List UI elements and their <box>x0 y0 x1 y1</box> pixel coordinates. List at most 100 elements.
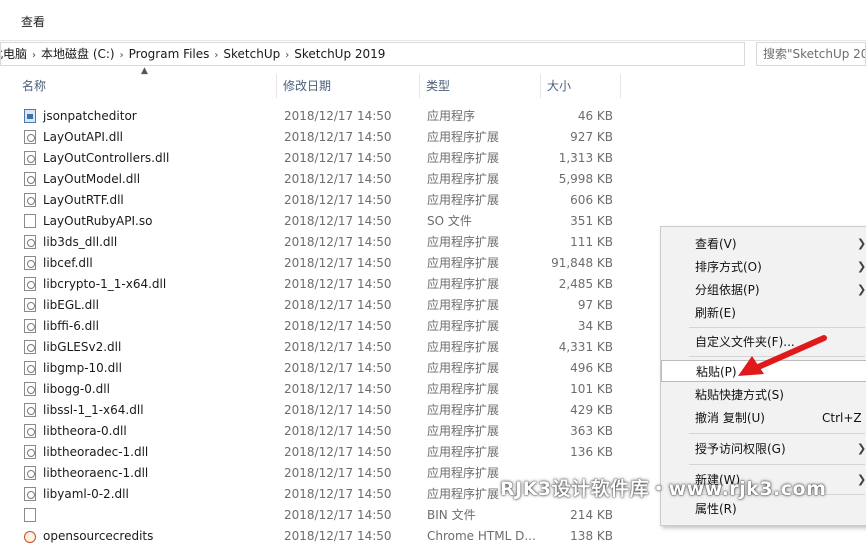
file-date: 2018/12/17 14:50 <box>284 361 392 375</box>
file-size: 496 KB <box>570 361 613 375</box>
dll-icon <box>24 382 36 396</box>
address-bar[interactable]: 此电脑›本地磁盘 (C:)›Program Files›SketchUp›Ske… <box>0 42 745 66</box>
file-size: 2,485 KB <box>558 277 613 291</box>
menu-item-paste-shortcut[interactable]: 粘贴快捷方式(S) <box>661 384 866 406</box>
file-date: 2018/12/17 14:50 <box>284 445 392 459</box>
file-size: 91,848 KB <box>551 256 613 270</box>
submenu-arrow-icon: ❯ <box>857 473 866 486</box>
menu-separator <box>689 327 865 328</box>
file-row[interactable]: 2018/12/17 14:50 BIN 文件 214 KB <box>0 505 660 526</box>
file-type: 应用程序扩展 <box>427 172 500 186</box>
file-size: 1,313 KB <box>558 151 613 165</box>
menu-item-view[interactable]: 查看(V) ❯ <box>661 233 866 255</box>
file-date: 2018/12/17 14:50 <box>284 466 392 480</box>
file-type: 应用程序扩展 <box>427 277 500 291</box>
file-row[interactable]: LayOutRubyAPI.so 2018/12/17 14:50 SO 文件 351… <box>0 211 660 232</box>
file-row[interactable]: libtheora-0.dll 2018/12/17 14:50 应用程序扩展 363… <box>0 421 660 442</box>
dll-icon <box>24 193 36 207</box>
file-date: 2018/12/17 14:50 <box>284 424 392 438</box>
file-row[interactable]: LayOutControllers.dll 2018/12/17 14:50 应用程… <box>0 148 660 169</box>
file-row[interactable]: LayOutAPI.dll 2018/12/17 14:50 应用程序扩展 927 K… <box>0 127 660 148</box>
column-divider[interactable] <box>620 74 621 98</box>
file-row[interactable]: libEGL.dll 2018/12/17 14:50 应用程序扩展 97 KB <box>0 295 660 316</box>
watermark: RJK3设计软件库・www.rjk3.com <box>500 478 827 500</box>
chevron-right-icon[interactable]: › <box>115 50 129 61</box>
dll-icon <box>24 487 36 501</box>
file-type: 应用程序 <box>427 109 476 123</box>
file-date: 2018/12/17 14:50 <box>284 277 392 291</box>
dll-icon <box>24 445 36 459</box>
file-name: libgmp-10.dll <box>43 361 122 375</box>
search-input[interactable]: 搜索"SketchUp 2019" <box>756 42 866 66</box>
file-date: 2018/12/17 14:50 <box>284 130 392 144</box>
chevron-right-icon[interactable]: › <box>280 50 294 61</box>
breadcrumb-sketchup[interactable]: SketchUp <box>223 43 280 65</box>
dll-icon <box>24 319 36 333</box>
file-type: 应用程序扩展 <box>427 424 500 438</box>
menu-item-group-by[interactable]: 分组依据(P) ❯ <box>661 279 866 301</box>
file-type: 应用程序扩展 <box>427 298 500 312</box>
dll-icon <box>24 424 36 438</box>
breadcrumb-this-pc[interactable]: 此电脑 <box>1 43 27 65</box>
file-name: LayOutModel.dll <box>43 172 141 186</box>
column-header-size[interactable]: 大小 <box>547 74 571 98</box>
file-name: LayOutControllers.dll <box>43 151 170 165</box>
file-size: 5,998 KB <box>558 172 613 186</box>
file-type: 应用程序扩展 <box>427 340 500 354</box>
file-name: libtheoraenc-1.dll <box>43 466 149 480</box>
file-row[interactable]: LayOutModel.dll 2018/12/17 14:50 应用程序扩展 5,9… <box>0 169 660 190</box>
file-name: libogg-0.dll <box>43 382 110 396</box>
file-row[interactable]: lib3ds_dll.dll 2018/12/17 14:50 应用程序扩展 111 … <box>0 232 660 253</box>
menu-item-give-access[interactable]: 授予访问权限(G) ❯ <box>661 438 866 460</box>
file-type: Chrome HTML D... <box>427 529 536 543</box>
column-header-date[interactable]: 修改日期 <box>283 74 331 98</box>
column-divider[interactable] <box>419 74 420 98</box>
chevron-right-icon[interactable]: › <box>27 50 41 61</box>
file-row[interactable]: jsonpatcheditor 2018/12/17 14:50 应用程序 46 KB <box>0 106 660 127</box>
menu-separator <box>689 464 865 465</box>
file-type: 应用程序扩展 <box>427 403 500 417</box>
menu-item-label: 刷新(E) <box>695 306 736 320</box>
breadcrumb-local-disk[interactable]: 本地磁盘 (C:) <box>41 43 115 65</box>
file-row[interactable]: libcef.dll 2018/12/17 14:50 应用程序扩展 91,848 K… <box>0 253 660 274</box>
column-header-name[interactable]: 名称 <box>22 74 46 98</box>
file-date: 2018/12/17 14:50 <box>284 487 392 501</box>
file-type: 应用程序扩展 <box>427 151 500 165</box>
file-row[interactable]: libffi-6.dll 2018/12/17 14:50 应用程序扩展 34 KB <box>0 316 660 337</box>
breadcrumb-sketchup-2019[interactable]: SketchUp 2019 <box>294 43 385 65</box>
file-size: 363 KB <box>570 424 613 438</box>
file-name: libcrypto-1_1-x64.dll <box>43 277 167 291</box>
menu-item-sort-by[interactable]: 排序方式(O) ❯ <box>661 256 866 278</box>
file-name: jsonpatcheditor <box>43 109 137 123</box>
file-row[interactable]: libtheoradec-1.dll 2018/12/17 14:50 应用程序扩展… <box>0 442 660 463</box>
file-row[interactable]: libcrypto-1_1-x64.dll 2018/12/17 14:50 应用程… <box>0 274 660 295</box>
file-name: libGLESv2.dll <box>43 340 122 354</box>
dll-icon <box>24 172 36 186</box>
file-date: 2018/12/17 14:50 <box>284 529 392 543</box>
column-divider[interactable] <box>276 74 277 98</box>
submenu-arrow-icon: ❯ <box>857 260 866 273</box>
column-header-type[interactable]: 类型 <box>426 74 450 98</box>
file-row[interactable]: libgmp-10.dll 2018/12/17 14:50 应用程序扩展 496 K… <box>0 358 660 379</box>
file-row[interactable]: libogg-0.dll 2018/12/17 14:50 应用程序扩展 101 KB <box>0 379 660 400</box>
chevron-right-icon[interactable]: › <box>209 50 223 61</box>
tab-view[interactable]: 查看 <box>21 13 45 30</box>
column-divider[interactable] <box>540 74 541 98</box>
file-row[interactable]: LayOutRTF.dll 2018/12/17 14:50 应用程序扩展 606 K… <box>0 190 660 211</box>
file-type: 应用程序扩展 <box>427 487 500 501</box>
file-name: opensourcecredits <box>43 529 154 543</box>
file-size: 138 KB <box>570 529 613 543</box>
file-date: 2018/12/17 14:50 <box>284 151 392 165</box>
file-row[interactable]: libssl-1_1-x64.dll 2018/12/17 14:50 应用程序扩展… <box>0 400 660 421</box>
file-type: 应用程序扩展 <box>427 382 500 396</box>
file-row[interactable]: libGLESv2.dll 2018/12/17 14:50 应用程序扩展 4,331… <box>0 337 660 358</box>
file-date: 2018/12/17 14:50 <box>284 109 392 123</box>
file-row[interactable]: opensourcecredits 2018/12/17 14:50 Chrome … <box>0 526 660 547</box>
menu-item-properties[interactable]: 属性(R) <box>661 498 866 520</box>
file-size: 429 KB <box>570 403 613 417</box>
breadcrumb-program-files[interactable]: Program Files <box>129 43 210 65</box>
menu-item-undo-copy[interactable]: 撤消 复制(U) Ctrl+Z <box>661 407 866 429</box>
file-type: 应用程序扩展 <box>427 130 500 144</box>
file-type: 应用程序扩展 <box>427 361 500 375</box>
menu-item-refresh[interactable]: 刷新(E) <box>661 302 866 324</box>
